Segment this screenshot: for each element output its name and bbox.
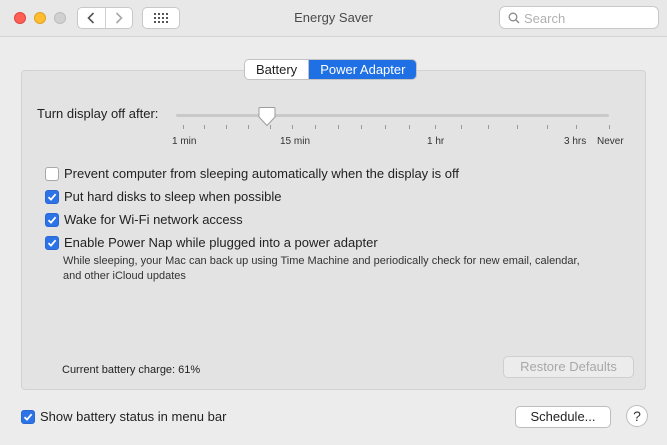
- slider-tick: [435, 125, 436, 129]
- slider-tick: [488, 125, 489, 129]
- slider-tick: [204, 125, 205, 129]
- tab-bar: Battery Power Adapter: [244, 59, 418, 80]
- tick-label-1-min: 1 min: [172, 136, 197, 147]
- slider-tick: [361, 125, 362, 129]
- search-field[interactable]: [499, 6, 659, 29]
- slider-tick: [338, 125, 339, 129]
- slider-tick: [385, 125, 386, 129]
- disk-sleep-label: Put hard disks to sleep when possible: [64, 189, 282, 204]
- wake-wifi-option[interactable]: Wake for Wi-Fi network access: [45, 212, 243, 227]
- wake-wifi-checkbox[interactable]: [45, 212, 59, 227]
- power-nap-checkbox[interactable]: [45, 235, 59, 250]
- slider-tick: [315, 125, 316, 129]
- tick-label-15-min: 15 min: [280, 136, 311, 147]
- display-off-slider-thumb[interactable]: [256, 106, 278, 133]
- checkmark-icon: [47, 216, 57, 224]
- disk-sleep-option[interactable]: Put hard disks to sleep when possible: [45, 189, 282, 204]
- slider-tick: [517, 125, 518, 129]
- power-nap-description: While sleeping, your Mac can back up usi…: [63, 255, 580, 282]
- search-icon: [508, 12, 520, 24]
- slider-tick: [609, 125, 610, 129]
- slider-tick: [547, 125, 548, 129]
- power-nap-option[interactable]: Enable Power Nap while plugged into a po…: [45, 235, 378, 250]
- show-battery-status-option[interactable]: Show battery status in menu bar: [21, 409, 226, 424]
- tab-battery[interactable]: Battery: [245, 60, 308, 79]
- slider-tick: [292, 125, 293, 129]
- help-button[interactable]: ?: [626, 405, 648, 427]
- slider-tick: [576, 125, 577, 129]
- prevent-sleep-option[interactable]: Prevent computer from sleeping automatic…: [45, 166, 459, 181]
- display-off-label: Turn display off after:: [37, 106, 159, 121]
- slider-tick: [461, 125, 462, 129]
- disk-sleep-checkbox[interactable]: [45, 189, 59, 204]
- prevent-sleep-label: Prevent computer from sleeping automatic…: [64, 166, 460, 181]
- slider-tick: [226, 125, 227, 129]
- slider-tick: [183, 125, 184, 129]
- slider-tick: [409, 125, 410, 129]
- prevent-sleep-checkbox[interactable]: [45, 166, 59, 181]
- tab-power-adapter[interactable]: Power Adapter: [308, 60, 417, 79]
- title-bar: Energy Saver: [0, 0, 667, 37]
- restore-defaults-button[interactable]: Restore Defaults: [503, 356, 634, 378]
- display-off-slider-track[interactable]: [176, 114, 609, 117]
- checkmark-icon: [23, 413, 33, 421]
- schedule-button[interactable]: Schedule...: [515, 406, 611, 428]
- tick-label-never: Never: [597, 136, 624, 147]
- slider-tick: [248, 125, 249, 129]
- tick-label-1-hr: 1 hr: [427, 136, 445, 147]
- power-nap-label: Enable Power Nap while plugged into a po…: [64, 235, 378, 250]
- checkmark-icon: [47, 193, 57, 201]
- wake-wifi-label: Wake for Wi-Fi network access: [64, 212, 243, 227]
- search-input[interactable]: [522, 9, 656, 28]
- tick-label-3-hrs: 3 hrs: [564, 136, 587, 147]
- checkmark-icon: [47, 239, 57, 247]
- show-battery-status-label: Show battery status in menu bar: [40, 409, 227, 424]
- show-battery-status-checkbox[interactable]: [21, 409, 35, 424]
- battery-charge-status: Current battery charge: 61%: [62, 364, 201, 376]
